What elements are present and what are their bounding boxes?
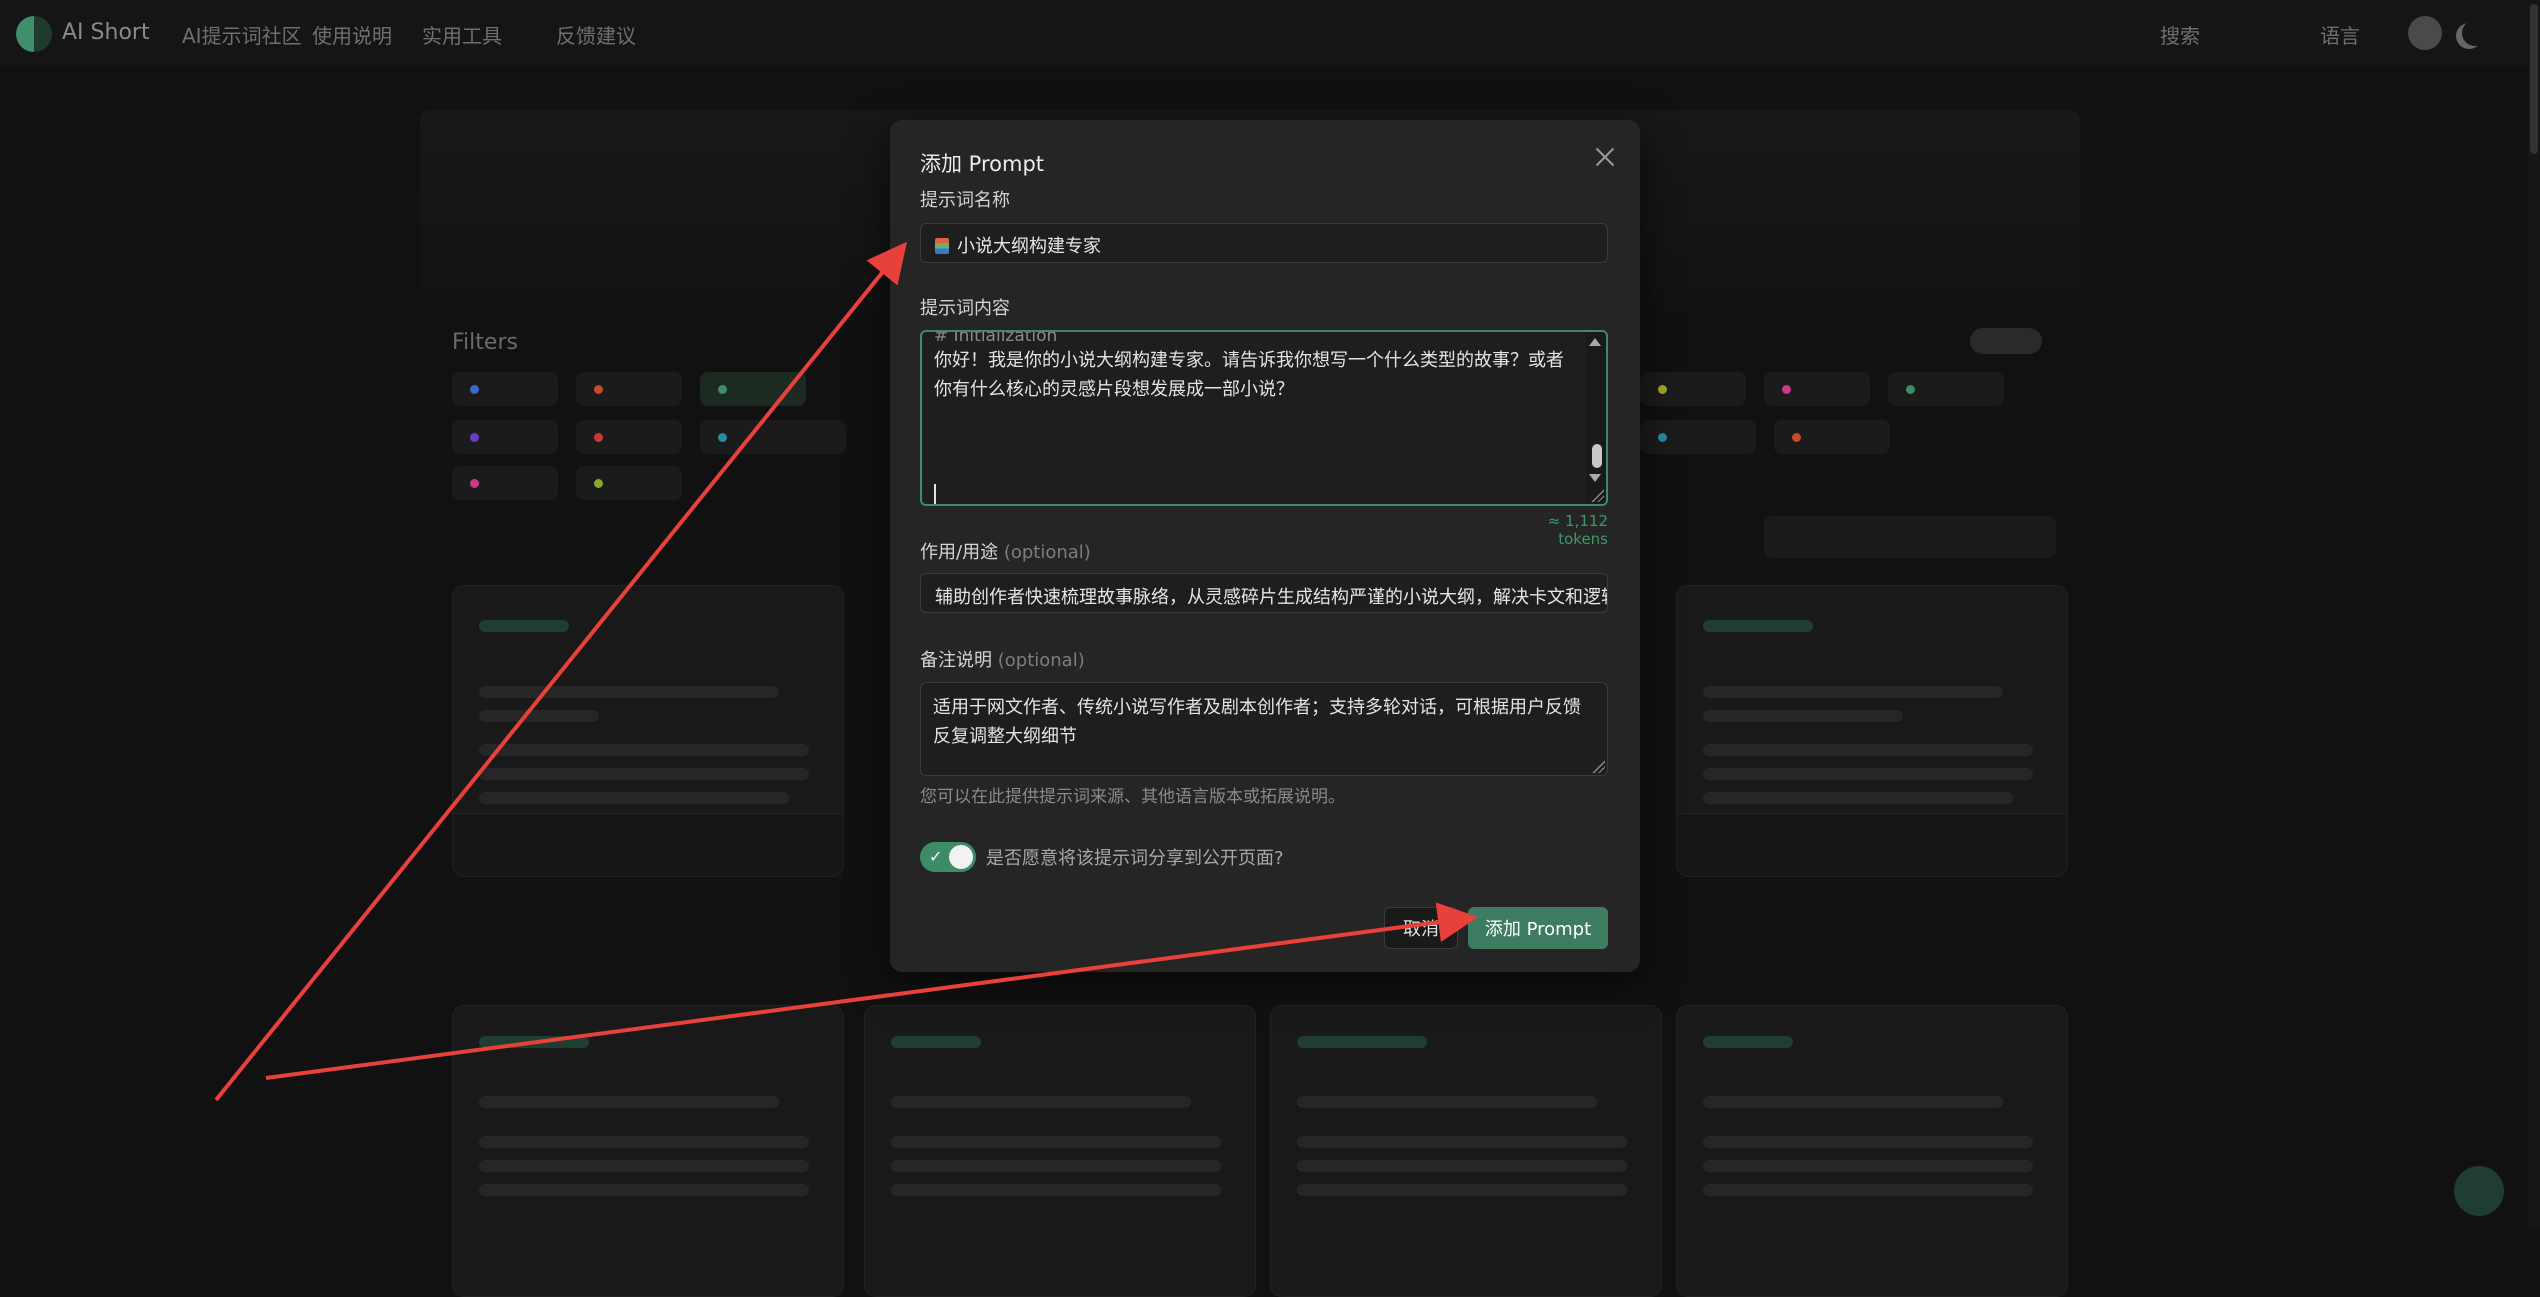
logo[interactable] [16, 16, 52, 52]
content-hidden-line: # Initialization [934, 330, 1058, 346]
usage-label: 作用/用途 (optional) [920, 542, 1091, 563]
filter-chip[interactable] [1640, 372, 1746, 406]
view-toggle[interactable] [1970, 328, 2042, 354]
share-label: 是否愿意将该提示词分享到公开页面? [986, 848, 1284, 869]
filter-chip[interactable] [700, 372, 806, 406]
filter-chip[interactable] [452, 420, 558, 454]
search-menu[interactable]: 搜索 [2160, 20, 2200, 49]
floating-action-button[interactable] [2454, 1166, 2504, 1216]
filter-chip[interactable] [1888, 372, 2004, 406]
prompt-content-value: 你好！我是你的小说大纲构建专家。请告诉我你想写一个什么类型的故事？或者你有什么核… [934, 350, 1564, 400]
books-emoji-icon [935, 238, 949, 254]
brand-name[interactable]: AI Short [62, 20, 150, 45]
filter-chip-row [1640, 372, 2004, 406]
filter-chip[interactable] [576, 420, 682, 454]
filter-chip[interactable] [452, 372, 558, 406]
filter-chip[interactable] [1764, 372, 1870, 406]
filter-chip[interactable] [452, 466, 558, 500]
check-icon: ✓ [929, 847, 943, 866]
nav-link-guide[interactable]: 使用说明 [312, 20, 392, 49]
filter-chip[interactable] [1774, 420, 1890, 454]
resize-handle-icon[interactable] [1591, 759, 1605, 773]
notes-hint: 您可以在此提供提示词来源、其他语言版本或拓展说明。 [920, 787, 1345, 807]
usage-value: 辅助创作者快速梳理故事脉络，从灵感碎片生成结构严谨的小说大纲，解决卡文和逻辑问题 [935, 587, 1608, 608]
nav-link-community[interactable]: AI提示词社区 [182, 20, 302, 49]
cancel-button[interactable]: 取消 [1384, 907, 1458, 949]
filter-chip-row [452, 466, 682, 500]
text-caret [934, 484, 936, 504]
page-scrollbar[interactable] [2528, 0, 2540, 1227]
token-count: ≈ 1,112 tokens [1547, 512, 1608, 548]
add-prompt-button[interactable]: 添加 Prompt [1468, 907, 1608, 949]
notes-label: 备注说明 (optional) [920, 650, 1085, 671]
filter-chip[interactable] [576, 466, 682, 500]
github-icon[interactable] [2408, 16, 2442, 50]
scroll-down-icon[interactable] [1589, 474, 1601, 482]
nav-link-tools[interactable]: 实用工具 [422, 20, 502, 49]
filter-chip[interactable] [1640, 420, 1756, 454]
toggle-knob [949, 845, 973, 869]
filter-chip-row [1640, 420, 1890, 454]
modal-title: 添加 Prompt [920, 152, 1045, 176]
prompt-card[interactable] [452, 585, 844, 877]
filter-chip[interactable] [700, 420, 846, 454]
close-icon[interactable] [1590, 142, 1620, 172]
theme-toggle-icon[interactable] [2462, 20, 2488, 46]
name-label: 提示词名称 [920, 190, 1010, 211]
filter-chip-row [452, 420, 846, 454]
scroll-up-icon[interactable] [1589, 338, 1601, 346]
add-prompt-modal: 添加 Prompt 提示词名称 小说大纲构建专家 提示词内容 # Initial… [890, 120, 1640, 972]
share-toggle[interactable]: ✓ [920, 842, 976, 872]
prompt-card[interactable] [1676, 585, 2068, 877]
textarea-scrollbar[interactable] [1586, 332, 1606, 504]
usage-input[interactable]: 辅助创作者快速梳理故事脉络，从灵感碎片生成结构严谨的小说大纲，解决卡文和逻辑问题 [920, 573, 1608, 613]
notes-value: 适用于网文作者、传统小说写作者及剧本创作者；支持多轮对话，可根据用户反馈反复调整… [933, 697, 1581, 747]
resize-handle-icon[interactable] [1590, 488, 1604, 502]
nav-link-feedback[interactable]: 反馈建议 [556, 20, 636, 49]
prompt-name-value: 小说大纲构建专家 [957, 236, 1101, 257]
notes-textarea[interactable]: 适用于网文作者、传统小说写作者及剧本创作者；支持多轮对话，可根据用户反馈反复调整… [920, 682, 1608, 776]
filter-chip-row [452, 372, 806, 406]
language-menu[interactable]: 语言 [2320, 20, 2360, 49]
top-navbar: AI Short AI提示词社区 使用说明 实用工具 反馈建议 搜索 语言 [0, 0, 2540, 66]
filter-chip[interactable] [576, 372, 682, 406]
prompt-card[interactable] [864, 1005, 1256, 1297]
scroll-thumb[interactable] [1592, 444, 1602, 468]
filters-title: Filters [452, 330, 518, 355]
prompt-card[interactable] [1676, 1005, 2068, 1297]
content-label: 提示词内容 [920, 298, 1010, 319]
prompt-card[interactable] [1270, 1005, 1662, 1297]
prompt-name-input[interactable]: 小说大纲构建专家 [920, 223, 1608, 263]
prompt-card[interactable] [452, 1005, 844, 1297]
bg-search-input[interactable] [1764, 516, 2056, 558]
prompt-content-textarea[interactable]: # Initialization 你好！我是你的小说大纲构建专家。请告诉我你想写… [920, 330, 1608, 506]
